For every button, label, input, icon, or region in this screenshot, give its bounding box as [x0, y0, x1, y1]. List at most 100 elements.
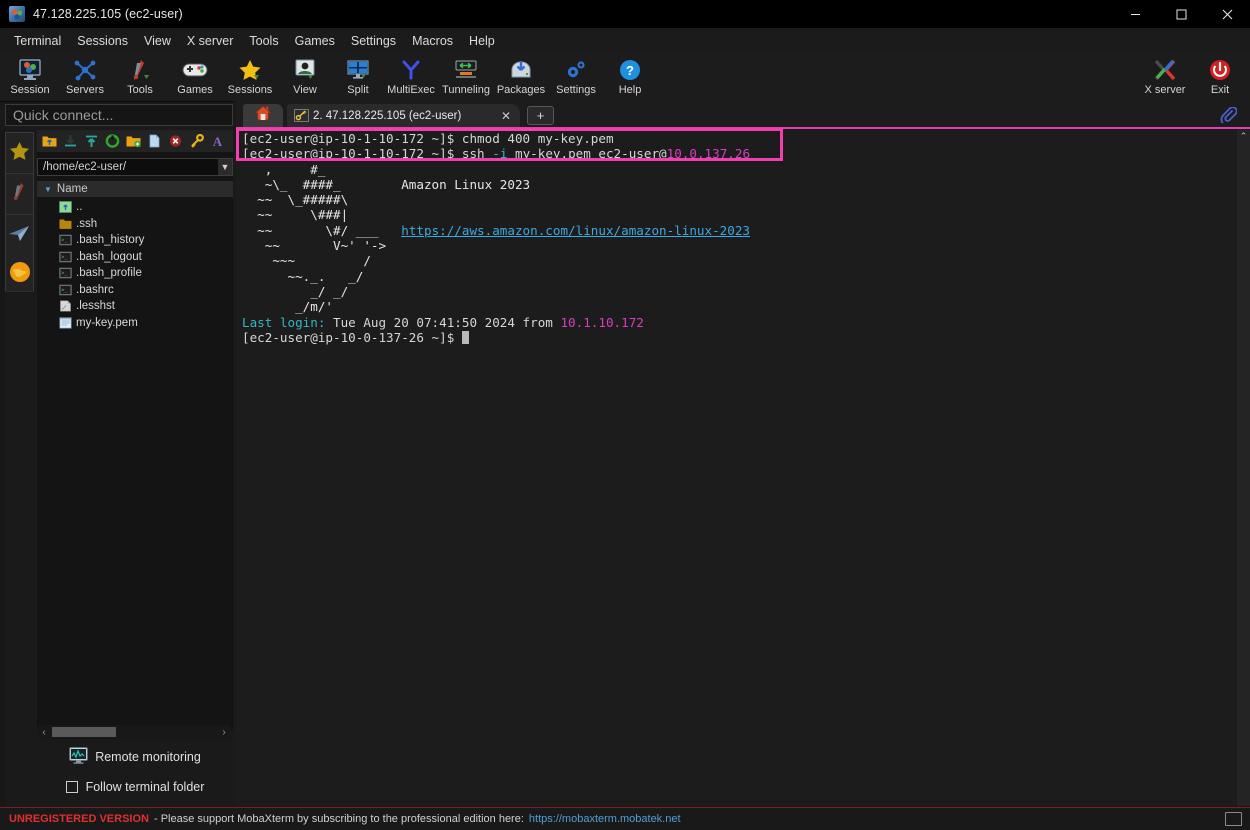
- rail-item-macros[interactable]: [5, 259, 34, 289]
- toolbar-label-xserver: X server: [1144, 84, 1186, 96]
- scroll-up-arrow[interactable]: ⌃: [1237, 130, 1250, 143]
- rail-item-sftp[interactable]: [6, 215, 33, 255]
- rail-item-sessions[interactable]: [6, 133, 33, 174]
- toolbar-button-tools[interactable]: Tools: [110, 55, 170, 99]
- script-file-icon: >_: [59, 251, 72, 263]
- toolbar-label-split: Split: [347, 84, 369, 96]
- terminal-line: ~~~ /: [242, 253, 750, 268]
- status-url-link[interactable]: https://mobaxterm.mobatek.net: [529, 813, 681, 825]
- upload-icon[interactable]: [82, 132, 101, 151]
- status-indicator-icon: [1225, 812, 1242, 826]
- list-item[interactable]: >_ .bash_logout: [37, 249, 233, 266]
- list-item[interactable]: >_ .bashrc: [37, 282, 233, 299]
- file-name: ..: [76, 201, 83, 214]
- menu-item-tools[interactable]: Tools: [241, 31, 286, 51]
- toolbar-button-view[interactable]: View: [275, 55, 335, 99]
- toolbar-label-sessions: Sessions: [227, 84, 273, 96]
- toolbar-button-exit[interactable]: Exit: [1190, 55, 1250, 99]
- toolbar-button-packages[interactable]: Packages: [491, 55, 551, 99]
- terminal-panel[interactable]: [ec2-user@ip-10-1-10-172 ~]$ chmod 400 m…: [236, 130, 1241, 806]
- tools-knife-icon: [9, 182, 30, 207]
- file-list-column-header[interactable]: ▼ Name: [37, 181, 233, 197]
- remote-monitoring-button[interactable]: Remote monitoring: [37, 745, 233, 769]
- menu-item-view[interactable]: View: [136, 31, 179, 51]
- toolbar-button-sessions[interactable]: Sessions: [220, 55, 280, 99]
- toolbar-label-multiexec: MultiExec: [387, 84, 435, 96]
- toolbar-button-help[interactable]: ? Help: [600, 55, 660, 99]
- permissions-key-icon[interactable]: [187, 132, 206, 151]
- close-button[interactable]: [1204, 0, 1250, 28]
- tab-home[interactable]: [243, 104, 283, 127]
- toolbar-button-session[interactable]: Session: [0, 55, 60, 99]
- chevron-down-icon[interactable]: ▼: [218, 159, 232, 175]
- download-icon[interactable]: [61, 132, 80, 151]
- menu-item-terminal[interactable]: Terminal: [6, 31, 69, 51]
- scroll-thumb[interactable]: [52, 727, 116, 737]
- servers-icon: [55, 57, 115, 83]
- tab-close-icon[interactable]: ✕: [501, 109, 511, 123]
- svg-text:>_: >_: [61, 238, 68, 244]
- menu-item-settings[interactable]: Settings: [343, 31, 404, 51]
- quick-connect-input[interactable]: Quick connect...: [5, 104, 233, 126]
- toolbar-label-view: View: [293, 84, 317, 96]
- tab-session[interactable]: 2. 47.128.225.105 (ec2-user) ✕: [287, 104, 520, 127]
- toolbar-button-xserver[interactable]: X server: [1135, 55, 1195, 99]
- text-edit-icon[interactable]: A: [208, 132, 227, 151]
- main-toolbar: Session Servers Tools Games Sessions Vie…: [0, 53, 1250, 102]
- terminal-cursor: [461, 330, 469, 344]
- new-folder-icon[interactable]: [124, 132, 143, 151]
- file-browser-path-bar[interactable]: /home/ec2-user/ ▼: [37, 158, 233, 176]
- toolbar-button-split[interactable]: Split: [328, 55, 388, 99]
- menu-item-x-server[interactable]: X server: [179, 31, 242, 51]
- toolbar-button-settings[interactable]: Settings: [546, 55, 606, 99]
- list-item[interactable]: ..: [37, 199, 233, 216]
- terminal-line: ~~ \_#####\: [242, 192, 750, 207]
- toolbar-button-servers[interactable]: Servers: [55, 55, 115, 99]
- parent-folder-icon[interactable]: [40, 132, 59, 151]
- svg-text:A: A: [213, 134, 223, 148]
- rail-item-tools[interactable]: [6, 174, 33, 215]
- terminal-line: ~~._. _/: [242, 269, 750, 284]
- terminal-line: _/m/': [242, 299, 750, 314]
- toolbar-label-games: Games: [177, 84, 213, 96]
- toolbar-button-multiexec[interactable]: MultiExec: [381, 55, 441, 99]
- status-message: - Please support MobaXterm by subscribin…: [153, 813, 524, 825]
- delete-icon[interactable]: [166, 132, 185, 151]
- current-path: /home/ec2-user/: [43, 161, 127, 173]
- list-item[interactable]: .ssh: [37, 216, 233, 233]
- list-item[interactable]: my-key.pem: [37, 315, 233, 332]
- terminal-text: Tue Aug 20 07:41:50 2024 from: [325, 314, 561, 330]
- menu-item-macros[interactable]: Macros: [404, 31, 461, 51]
- follow-terminal-folder-checkbox[interactable]: [65, 781, 78, 793]
- paperclip-icon[interactable]: [1218, 106, 1238, 124]
- menu-item-sessions[interactable]: Sessions: [69, 31, 136, 51]
- menu-item-games[interactable]: Games: [287, 31, 343, 51]
- terminal-line: [ec2-user@ip-10-1-10-172 ~]$ ssh -i my-k…: [242, 146, 750, 161]
- list-item[interactable]: >_ .bash_profile: [37, 265, 233, 282]
- file-list-horizontal-scrollbar[interactable]: ‹ ›: [38, 725, 230, 739]
- terminal-text: ~~ V~' '->: [242, 238, 387, 254]
- toolbar-button-tunneling[interactable]: Tunneling: [436, 55, 496, 99]
- menu-item-help[interactable]: Help: [461, 31, 503, 51]
- list-item[interactable]: >_ .bash_history: [37, 232, 233, 249]
- scroll-right-arrow[interactable]: ›: [218, 727, 230, 738]
- follow-terminal-folder-row[interactable]: Follow terminal folder: [37, 777, 233, 797]
- svg-text:>_: >_: [61, 254, 68, 260]
- minimize-button[interactable]: [1112, 0, 1158, 28]
- toolbar-button-games[interactable]: Games: [165, 55, 225, 99]
- multiexec-icon: [381, 57, 441, 83]
- list-item[interactable]: .lesshst: [37, 298, 233, 315]
- file-name: .ssh: [76, 217, 98, 230]
- sessions-star-icon: [9, 141, 30, 166]
- scroll-left-arrow[interactable]: ‹: [38, 727, 50, 738]
- refresh-icon[interactable]: [103, 132, 122, 151]
- script-file-icon: >_: [59, 267, 72, 279]
- toolbar-label-help: Help: [618, 84, 642, 96]
- new-file-icon[interactable]: [145, 132, 164, 151]
- new-tab-button[interactable]: +: [527, 106, 554, 125]
- terminal-text: ~~ \###|: [242, 207, 349, 223]
- maximize-button[interactable]: [1158, 0, 1204, 28]
- file-name: .bash_profile: [76, 267, 142, 280]
- terminal-line: [ec2-user@ip-10-0-137-26 ~]$: [242, 330, 750, 345]
- terminal-scrollbar[interactable]: ⌃: [1237, 130, 1250, 806]
